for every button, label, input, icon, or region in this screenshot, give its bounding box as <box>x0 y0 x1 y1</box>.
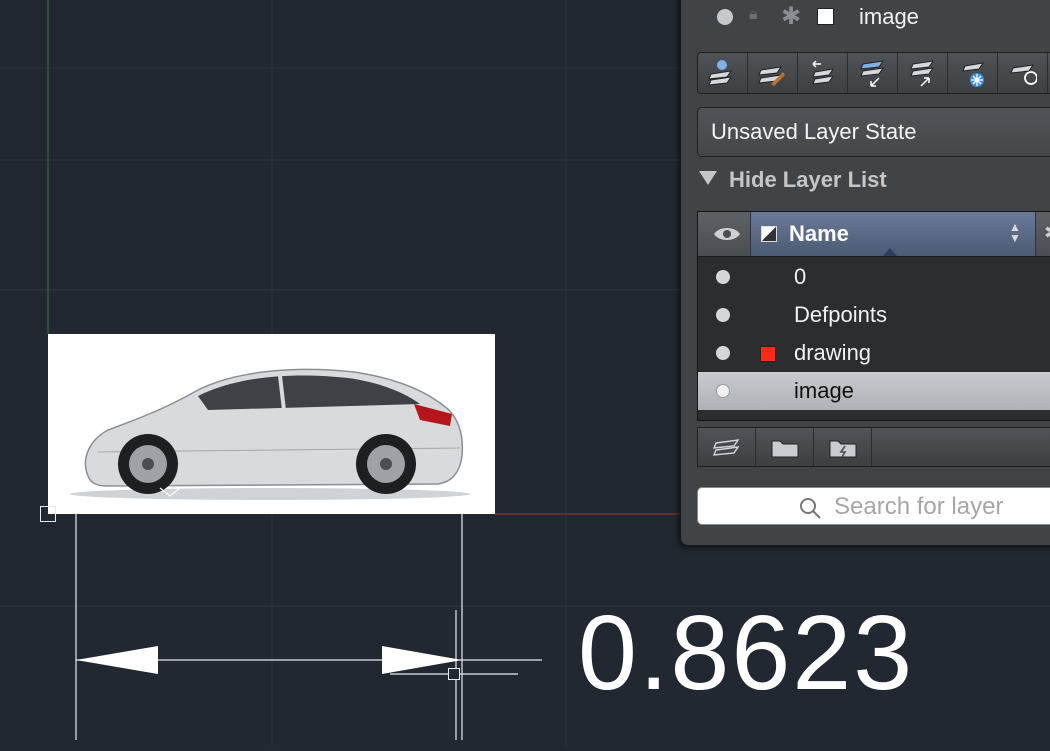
layer-toolbar <box>697 52 1050 94</box>
arrowhead-left <box>76 646 158 674</box>
search-icon <box>800 498 821 519</box>
new-layer-button[interactable] <box>698 53 748 93</box>
visibility-dot-icon[interactable] <box>716 346 730 360</box>
linear-dimension[interactable] <box>75 514 542 740</box>
hide-layer-list-label: Hide Layer List <box>729 167 887 192</box>
new-layer-icon <box>708 60 733 86</box>
layers-palette: 🔒︎ ✱ image Unsaved Layer State Hide Laye… <box>680 0 1050 546</box>
visibility-dot-icon[interactable] <box>716 270 730 284</box>
isolate-icon <box>1010 64 1037 85</box>
make-current-from-object-button[interactable] <box>898 53 948 93</box>
current-layer-row[interactable]: 🔒︎ ✱ image <box>681 1 1050 37</box>
layer-name: drawing <box>794 340 872 365</box>
name-column-label: Name <box>789 221 849 246</box>
new-group-button[interactable] <box>756 428 814 466</box>
layer-name: 0 <box>794 264 807 289</box>
isolate-layer-button[interactable] <box>998 53 1048 93</box>
layer-list-bottom-bar <box>697 427 1050 467</box>
visibility-dot-icon[interactable] <box>716 384 730 398</box>
layer-row[interactable]: drawing <box>698 334 1050 372</box>
image-grip-point[interactable] <box>40 506 56 522</box>
current-layer-name: image <box>859 4 919 29</box>
lock-icon[interactable]: 🔒︎ <box>749 6 758 24</box>
color-column-icon[interactable] <box>761 226 777 242</box>
name-column-header[interactable]: Name ▲ ▼ <box>750 212 1036 256</box>
column-resize-notch <box>883 248 897 256</box>
previous-state-icon <box>812 60 835 85</box>
search-input[interactable] <box>832 492 1050 522</box>
group-folder-icon <box>771 440 799 458</box>
layer-name: image <box>794 378 854 403</box>
raster-image[interactable] <box>48 334 495 514</box>
visibility-dot-icon[interactable] <box>716 308 730 322</box>
car-image <box>70 368 470 500</box>
move-to-layer-icon <box>860 60 885 87</box>
new-layer-icon <box>712 439 740 456</box>
freeze-icon <box>962 62 985 87</box>
dimension-grip-point[interactable] <box>448 668 460 680</box>
layer-search-box[interactable] <box>697 487 1050 525</box>
layer-row[interactable]: 0 <box>698 258 1050 296</box>
set-current-button[interactable] <box>748 53 798 93</box>
layer-name: Defpoints <box>794 302 887 327</box>
eye-icon[interactable] <box>708 223 746 245</box>
previous-state-button[interactable] <box>798 53 848 93</box>
layer-list[interactable]: Name ▲▼ ✱ 0 Defpoints drawing image <box>697 211 1050 421</box>
layer-row-selected[interactable]: image <box>698 372 1050 410</box>
layer-list-header: Name ▲▼ ✱ <box>698 212 1050 257</box>
layer-color-swatch[interactable] <box>760 346 776 362</box>
filter-folder-icon <box>829 440 857 458</box>
move-to-layer-button[interactable] <box>848 53 898 93</box>
layer-state-value: Unsaved Layer State <box>711 119 917 144</box>
disclosure-triangle-icon[interactable] <box>699 171 717 185</box>
layer-row[interactable]: Defpoints <box>698 296 1050 334</box>
visibility-dot-icon[interactable] <box>717 9 733 25</box>
new-layer-bottom-button[interactable] <box>698 428 756 466</box>
freeze-icon[interactable]: ✱ <box>781 2 801 31</box>
set-current-icon <box>758 66 785 86</box>
new-filter-button[interactable] <box>814 428 872 466</box>
layer-state-dropdown[interactable]: Unsaved Layer State <box>697 107 1050 157</box>
sort-arrows-icon[interactable]: ▲ ▼ <box>1009 221 1021 244</box>
dimension-value-text[interactable]: 0.8623 <box>578 600 914 706</box>
layer-color-swatch[interactable] <box>817 8 834 25</box>
make-current-from-object-icon <box>910 60 935 87</box>
freeze-layer-button[interactable] <box>948 53 998 93</box>
more-columns-icon[interactable]: ✱ <box>1044 220 1050 246</box>
